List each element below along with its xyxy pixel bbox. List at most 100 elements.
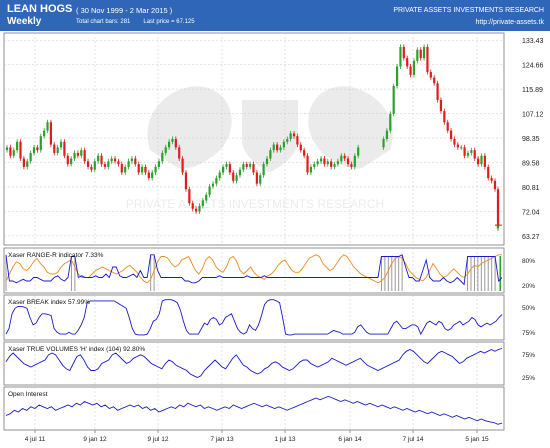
candle-body: [154, 166, 157, 173]
candle-body: [249, 164, 252, 167]
candle-body: [259, 175, 262, 184]
candle-body: [181, 158, 184, 173]
candle-body: [299, 144, 302, 151]
candle-body: [346, 158, 350, 165]
candle-body: [124, 166, 127, 173]
candle-body: [323, 158, 326, 165]
candle-body: [59, 141, 63, 148]
candle-body: [238, 169, 242, 176]
candle-body: [426, 46, 429, 73]
candle-body: [303, 150, 306, 156]
candle-body: [178, 147, 181, 159]
candle-body: [86, 161, 90, 167]
candle-body: [333, 164, 336, 167]
chart-svg: PRIVATE ASSETS INVESTMENTS RESEARCH 133.…: [3, 32, 544, 443]
candle-body: [330, 161, 333, 167]
candle-body: [265, 158, 269, 165]
candle-body: [395, 66, 399, 86]
candle-body: [316, 161, 319, 165]
candle-body: [56, 147, 59, 153]
candle-body: [83, 150, 86, 162]
candle-body: [306, 155, 309, 173]
candle-body: [392, 86, 395, 114]
candle-body: [137, 164, 140, 173]
candle-body: [73, 152, 76, 159]
candle-body: [409, 66, 412, 75]
x-tick-label: 7 jul 14: [403, 436, 424, 443]
candle-body: [245, 164, 248, 167]
chart-root: LEAN HOGS Weekly ( 30 Nov 1999 - 2 Mar 2…: [0, 0, 550, 448]
candle-body: [171, 139, 174, 142]
candle-body: [453, 139, 456, 145]
candle-body: [194, 208, 198, 212]
candle-body: [22, 158, 25, 167]
candle-body: [242, 164, 245, 170]
candle-body: [385, 130, 389, 139]
candle-body: [470, 150, 473, 153]
candle-body: [9, 147, 12, 156]
candle-body: [174, 139, 177, 148]
candle-body: [487, 166, 490, 179]
candle-body: [103, 164, 107, 167]
candle-body: [286, 139, 289, 142]
candle-body: [225, 164, 228, 167]
candle-body: [97, 155, 100, 162]
candle-body: [107, 161, 110, 167]
candle-body: [399, 46, 402, 67]
x-tick-label: 6 jan 14: [338, 436, 362, 443]
candle-body: [12, 150, 15, 156]
panel-label: Xaser TRUE VOLUMES 'H' index (104) 92.80…: [8, 346, 145, 353]
candle-body: [140, 166, 144, 173]
candle-body: [382, 139, 385, 148]
candle-body: [456, 144, 459, 148]
candle-body: [480, 155, 483, 165]
candle-body: [205, 194, 208, 201]
candle-body: [473, 150, 476, 159]
candle-body: [289, 133, 292, 139]
indicator-tick-label: 75%: [522, 352, 535, 359]
panel-frame-4: [3, 386, 505, 431]
indicator-tick-label: 50%: [522, 305, 535, 312]
candle-body: [436, 83, 439, 100]
x-tick-label: 9 jul 12: [148, 436, 169, 443]
candle-body: [402, 46, 405, 59]
candle-body: [93, 161, 96, 170]
candle-body: [357, 147, 360, 156]
candle-body: [19, 141, 22, 159]
candle-body: [279, 147, 282, 151]
candle-body: [167, 141, 171, 148]
candle-body: [477, 158, 480, 165]
candle-body: [208, 186, 211, 195]
indicator-tick-label: 80%: [522, 258, 535, 265]
candle-body: [412, 60, 416, 75]
candle-body: [422, 46, 426, 59]
candle-body: [466, 152, 470, 156]
candle-body: [218, 172, 221, 179]
price-tick-label: 72.04: [522, 209, 540, 216]
candle-body: [255, 172, 258, 184]
candle-body: [188, 189, 191, 204]
candle-body: [49, 122, 52, 145]
candle-body: [490, 178, 493, 181]
candle-body: [110, 158, 113, 162]
candle-body: [340, 155, 343, 162]
candle-body: [184, 172, 188, 190]
candle-body: [483, 155, 486, 167]
candle-body: [296, 136, 299, 145]
candle-body: [313, 164, 316, 167]
x-tick-label: 5 jan 15: [465, 436, 489, 443]
candle-body: [32, 147, 36, 153]
candle-body: [433, 77, 436, 84]
candle-body: [120, 164, 123, 173]
candle-body: [269, 150, 272, 159]
price-tick-label: 124.66: [522, 63, 544, 70]
panel-label: Xaser RANGE-R indicator 7.33%: [8, 252, 104, 259]
candle-body: [319, 158, 323, 162]
candle-body: [164, 147, 167, 153]
candle-body: [26, 161, 29, 167]
candle-body: [80, 150, 83, 156]
candle-body: [389, 113, 392, 131]
candle-body: [262, 164, 265, 176]
candle-body: [100, 155, 103, 165]
candle-body: [443, 111, 446, 123]
